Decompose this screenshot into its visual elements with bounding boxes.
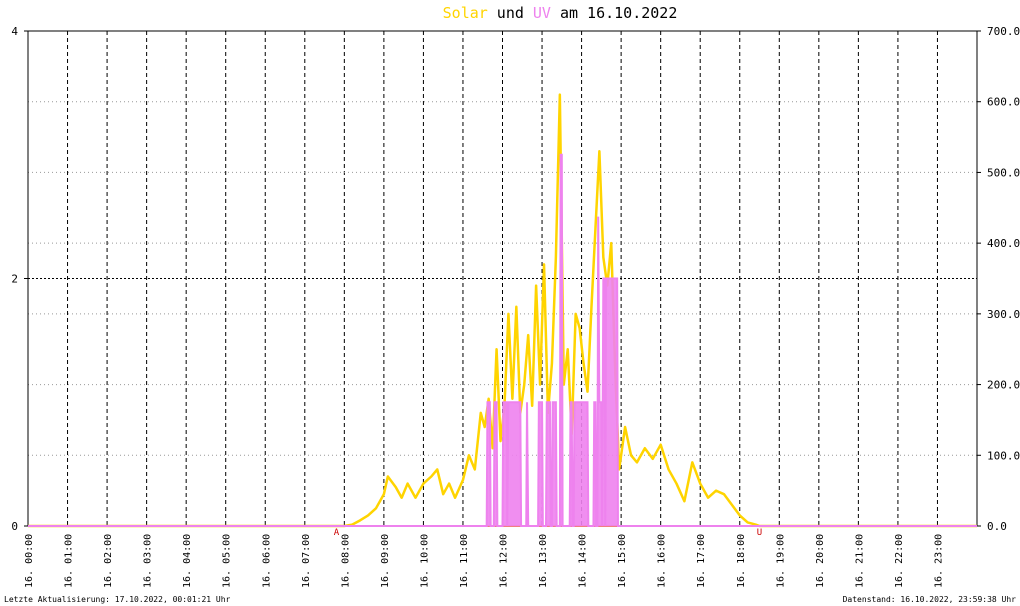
x-tick-label: 16. 17:00 <box>696 534 707 588</box>
x-tick-label: 16. 05:00 <box>222 534 233 588</box>
right-y-tick-label: 300.0 <box>987 308 1020 321</box>
x-tick-label: 16. 01:00 <box>64 534 75 588</box>
right-y-tick-label: 600.0 <box>987 96 1020 109</box>
x-tick-label: 16. 21:00 <box>854 534 865 588</box>
x-tick-label: 16. 02:00 <box>103 534 114 588</box>
left-y-tick-label: 2 <box>11 273 18 286</box>
left-y-tick-label: 0 <box>11 520 18 533</box>
x-tick-label: 16. 07:00 <box>301 534 312 588</box>
solar-uv-chart: Solar und UV am 16.10.2022 0 2 4 0.0 100.0 200.0… <box>4 4 1020 604</box>
sunset-marker-label: U <box>757 528 762 538</box>
x-tick-label: 16. 16:00 <box>657 534 668 588</box>
right-y-tick-label: 0.0 <box>987 520 1007 533</box>
x-tick-label: 16. 15:00 <box>617 534 628 588</box>
x-tick-label: 16. 10:00 <box>419 534 430 588</box>
x-tick-label: 16. 19:00 <box>775 534 786 588</box>
right-y-tick-label: 500.0 <box>987 166 1020 179</box>
x-tick-label: 16. 11:00 <box>459 534 470 588</box>
left-y-tick-label: 4 <box>11 25 18 38</box>
sunrise-marker-label: A <box>334 528 340 538</box>
x-tick-label: 16. 14:00 <box>578 534 589 588</box>
x-tick-label: 16. 03:00 <box>143 534 154 588</box>
title-date: am 16.10.2022 <box>560 4 677 22</box>
title-uv: UV <box>533 4 551 22</box>
title-solar: Solar <box>443 4 488 22</box>
right-y-tick-label: 200.0 <box>987 379 1020 392</box>
x-tick-label: 16. 12:00 <box>499 534 510 588</box>
right-y-tick-label: 100.0 <box>987 449 1020 462</box>
x-tick-label: 16. 00:00 <box>24 534 35 588</box>
chart-title: Solar und UV am 16.10.2022 <box>443 4 678 22</box>
x-tick-label: 16. 23:00 <box>933 534 944 588</box>
x-tick-label: 16. 08:00 <box>340 534 351 588</box>
footer-data-status: Datenstand: 16.10.2022, 23:59:38 Uhr <box>843 595 1017 604</box>
x-tick-label: 16. 18:00 <box>736 534 747 588</box>
x-tick-label: 16. 20:00 <box>815 534 826 588</box>
right-y-tick-label: 400.0 <box>987 237 1020 250</box>
title-und: und <box>497 4 524 22</box>
x-tick-label: 16. 22:00 <box>894 534 905 588</box>
x-tick-label: 16. 06:00 <box>261 534 272 588</box>
x-tick-label: 16. 04:00 <box>182 534 193 588</box>
x-tick-label: 16. 13:00 <box>538 534 549 588</box>
right-y-tick-label: 700.0 <box>987 25 1020 38</box>
footer-last-update: Letzte Aktualisierung: 17.10.2022, 00:01… <box>4 595 231 604</box>
x-tick-label: 16. 09:00 <box>380 534 391 588</box>
